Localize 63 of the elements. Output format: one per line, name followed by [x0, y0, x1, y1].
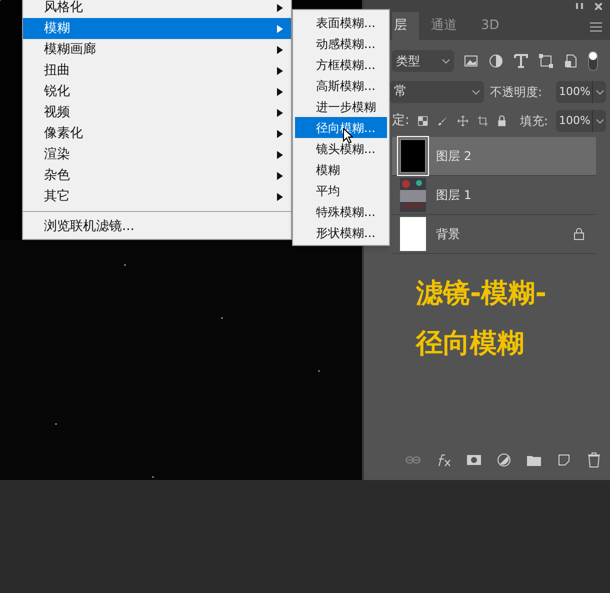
menu-item[interactable]: 形状模糊...	[295, 222, 387, 243]
menu-item[interactable]: 扭曲	[23, 60, 291, 81]
menu-item[interactable]: 平均	[295, 180, 387, 201]
fill-label: 填充:	[520, 113, 548, 130]
blend-mode-dropdown[interactable]: 常	[390, 81, 484, 103]
trash-icon[interactable]	[586, 452, 602, 468]
menu-icon[interactable]	[590, 22, 602, 32]
close-icon[interactable]	[595, 2, 602, 10]
panel-tab[interactable]: 层	[392, 12, 419, 40]
layer-name: 图层 1	[436, 187, 472, 204]
annotation-text: 滤镜-模糊-	[416, 277, 548, 311]
type-icon[interactable]	[513, 53, 529, 69]
opacity-label: 不透明度:	[490, 84, 542, 101]
menu-item[interactable]: 模糊	[295, 159, 387, 180]
layer-thumbnail	[400, 217, 426, 251]
menu-item[interactable]: 风格化	[23, 0, 291, 18]
menu-item[interactable]: 模糊画廊	[23, 39, 291, 60]
image-icon[interactable]	[463, 53, 479, 69]
layer-name: 背景	[436, 226, 460, 243]
panel-tab[interactable]: 通道	[419, 12, 469, 40]
adjustment-layer-icon[interactable]	[496, 452, 512, 468]
layer-row[interactable]: 图层 1	[392, 176, 596, 215]
adjustment-icon[interactable]	[488, 53, 504, 69]
filter-dropdown[interactable]: 类型	[392, 50, 454, 72]
fill-field[interactable]: 100%	[556, 110, 606, 132]
layer-row[interactable]: 图层 2	[392, 137, 596, 176]
chevron-down-icon[interactable]	[442, 58, 450, 64]
chevron-down-icon[interactable]	[472, 90, 480, 94]
menu-item[interactable]: 高斯模糊...	[295, 75, 387, 96]
menu-item[interactable]: 浏览联机滤镜...	[23, 216, 291, 237]
lock-label: 定:	[392, 112, 410, 130]
lock-icon[interactable]	[496, 113, 508, 129]
collapse-icon[interactable]	[576, 3, 583, 9]
menu-item[interactable]: 锐化	[23, 81, 291, 102]
menu-item[interactable]: 其它	[23, 186, 291, 207]
annotation-text: 径向模糊	[416, 327, 525, 361]
menu-item[interactable]: 杂色	[23, 165, 291, 186]
transform-icon[interactable]	[538, 53, 554, 69]
opacity-field[interactable]: 100%	[556, 81, 606, 103]
menu-item[interactable]: 渲染	[23, 144, 291, 165]
chevron-down-icon[interactable]	[596, 118, 604, 124]
smart-object-icon[interactable]	[563, 53, 579, 69]
menu-item[interactable]: 进一步模糊	[295, 96, 387, 117]
move-icon[interactable]	[456, 113, 469, 129]
lock-transparent-icon[interactable]	[417, 113, 430, 129]
panel-tab[interactable]: 3D	[469, 12, 512, 40]
menu-item[interactable]: 动感模糊...	[295, 33, 387, 54]
menu-item[interactable]: 方框模糊...	[295, 54, 387, 75]
menu-item[interactable]: 模糊	[23, 18, 291, 39]
menu-item[interactable]: 特殊模糊...	[295, 201, 387, 222]
crop-icon[interactable]	[476, 113, 488, 129]
fx-icon[interactable]	[436, 452, 452, 468]
new-layer-icon[interactable]	[556, 452, 572, 468]
chevron-down-icon[interactable]	[596, 90, 604, 94]
menu-item[interactable]: 像素化	[23, 123, 291, 144]
menu-item[interactable]: 镜头模糊...	[295, 138, 387, 159]
mask-icon[interactable]	[466, 452, 482, 468]
menu-item[interactable]: 表面模糊...	[295, 12, 387, 33]
menu-item[interactable]: 视频	[23, 102, 291, 123]
filter-toggle[interactable]	[588, 51, 598, 71]
layer-thumbnail	[400, 139, 426, 173]
layer-row[interactable]: 背景	[392, 215, 596, 254]
layer-name: 图层 2	[436, 148, 472, 165]
